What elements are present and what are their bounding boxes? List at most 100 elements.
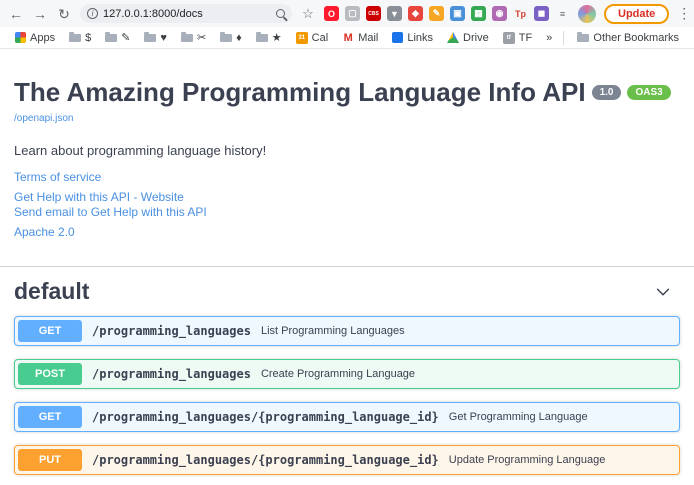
- endpoint-summary: Update Programming Language: [449, 454, 606, 466]
- swagger-page: The Amazing Programming Language Info AP…: [0, 49, 694, 485]
- chevron-down-icon[interactable]: [654, 283, 672, 301]
- bookmark-label: ♥: [160, 32, 167, 44]
- endpoint-path: /programming_languages/{programming_lang…: [92, 453, 439, 467]
- api-title-text: The Amazing Programming Language Info AP…: [14, 77, 586, 107]
- tf-icon: tf: [503, 32, 515, 44]
- bookmark-folder-1[interactable]: ✎: [98, 31, 137, 44]
- other-bookmarks-group: Other Bookmarks: [563, 31, 686, 45]
- api-description: Learn about programming language history…: [14, 143, 680, 158]
- bookmark-mail[interactable]: M Mail: [335, 32, 385, 44]
- folder-icon: [181, 34, 193, 42]
- help-email-link[interactable]: Send email to Get Help with this API: [14, 205, 680, 220]
- bookmark-cal[interactable]: 31 Cal: [289, 32, 336, 44]
- bookmark-overflow[interactable]: »: [539, 32, 559, 44]
- links-icon: [392, 32, 403, 43]
- gmail-icon: M: [342, 32, 354, 44]
- endpoint-row[interactable]: POST /programming_languages Create Progr…: [14, 359, 680, 389]
- help-website-link[interactable]: Get Help with this API - Website: [14, 190, 680, 205]
- terms-of-service-link[interactable]: Terms of service: [14, 170, 680, 185]
- url-text: 127.0.0.1:8000/docs: [103, 8, 271, 20]
- bookmarks-separator: [563, 31, 564, 45]
- version-badge: 1.0: [592, 85, 622, 100]
- notes-icon[interactable]: ▢: [345, 6, 360, 21]
- folder-icon: [577, 34, 589, 42]
- bookmark-label: Drive: [463, 32, 489, 44]
- shield-icon[interactable]: ▼: [387, 6, 402, 21]
- bookmark-links[interactable]: Links: [385, 32, 440, 44]
- drive-icon: [447, 32, 459, 43]
- extensions-row: O ▢ CBS ▼ ◆ ✎ ▣ ▦ ◉ Tp ◼ ≡: [324, 6, 570, 21]
- grid-icon[interactable]: ▦: [471, 6, 486, 21]
- page-title: The Amazing Programming Language Info AP…: [14, 77, 680, 108]
- bookmark-folder-2[interactable]: ♥: [137, 32, 174, 44]
- bookmark-label: Mail: [358, 32, 378, 44]
- forward-button[interactable]: →: [32, 7, 48, 21]
- folder-icon: [69, 34, 81, 42]
- bookmark-label: ✎: [121, 31, 130, 44]
- oas3-badge: OAS3: [627, 85, 670, 100]
- bookmark-drive[interactable]: Drive: [440, 32, 496, 44]
- endpoint-path: /programming_languages/{programming_lang…: [92, 410, 439, 424]
- endpoint-summary: List Programming Languages: [261, 325, 405, 337]
- api-links: Terms of service Get Help with this API …: [14, 170, 680, 240]
- method-badge: GET: [18, 406, 82, 428]
- opera-icon[interactable]: O: [324, 6, 339, 21]
- openapi-json-link[interactable]: /openapi.json: [14, 113, 74, 124]
- diamond-icon[interactable]: ◆: [408, 6, 423, 21]
- folder-icon: [105, 34, 117, 42]
- tampermonkey-icon[interactable]: Tp: [513, 6, 528, 21]
- section-title: default: [14, 278, 89, 305]
- bookmark-label: Cal: [312, 32, 329, 44]
- search-icon[interactable]: [276, 9, 285, 18]
- update-button[interactable]: Update: [604, 4, 669, 24]
- cbs-icon[interactable]: CBS: [366, 6, 381, 21]
- bookmark-star-icon[interactable]: ☆: [300, 7, 316, 20]
- endpoint-list: GET /programming_languages List Programm…: [14, 316, 680, 485]
- apps-icon: [15, 32, 26, 43]
- flower-icon[interactable]: ◉: [492, 6, 507, 21]
- endpoint-row[interactable]: GET /programming_languages List Programm…: [14, 316, 680, 346]
- bookmark-label: $: [85, 32, 91, 44]
- bookmark-folder-4[interactable]: ♦: [213, 32, 249, 44]
- bookmark-folder-dollar[interactable]: $: [62, 32, 98, 44]
- reload-button[interactable]: ↻: [56, 7, 72, 21]
- profile-avatar[interactable]: [578, 5, 596, 23]
- bookmark-label: »: [546, 32, 552, 44]
- site-info-icon[interactable]: i: [87, 8, 98, 19]
- bookmark-label: ★: [272, 31, 282, 44]
- bookmark-label: ♦: [236, 32, 242, 44]
- folder-icon: [220, 34, 232, 42]
- browser-menu-icon[interactable]: ⋮: [677, 5, 691, 22]
- other-bookmarks-label: Other Bookmarks: [593, 32, 679, 44]
- pen-icon[interactable]: ✎: [429, 6, 444, 21]
- endpoint-summary: Create Programming Language: [261, 368, 415, 380]
- bookmark-label: TF: [519, 32, 532, 44]
- bookmark-apps[interactable]: Apps: [8, 32, 62, 44]
- endpoint-row[interactable]: GET /programming_languages/{programming_…: [14, 402, 680, 432]
- section-header-default[interactable]: default: [14, 267, 680, 316]
- bookmarks-bar: Apps $ ✎ ♥ ✂ ♦ ★ 31 Cal M Mail Links Drive tf TF » Othe…: [0, 27, 694, 49]
- license-link[interactable]: Apache 2.0: [14, 225, 680, 240]
- back-button[interactable]: ←: [8, 7, 24, 21]
- address-bar[interactable]: i 127.0.0.1:8000/docs: [80, 4, 292, 23]
- bookmarks-items: Apps $ ✎ ♥ ✂ ♦ ★ 31 Cal M Mail Links Drive tf TF »: [8, 31, 563, 44]
- method-badge: PUT: [18, 449, 82, 471]
- bookmark-label: Apps: [30, 32, 55, 44]
- bookmark-label: Links: [407, 32, 433, 44]
- bookmark-folder-5[interactable]: ★: [249, 31, 289, 44]
- other-bookmarks[interactable]: Other Bookmarks: [570, 32, 686, 44]
- endpoint-summary: Get Programming Language: [449, 411, 588, 423]
- camera-icon[interactable]: ▣: [450, 6, 465, 21]
- bookmark-tf[interactable]: tf TF: [496, 32, 539, 44]
- list-icon[interactable]: ≡: [555, 6, 570, 21]
- bookmark-label: ✂: [197, 31, 206, 44]
- bookmark-folder-3[interactable]: ✂: [174, 31, 213, 44]
- endpoint-row[interactable]: PUT /programming_languages/{programming_…: [14, 445, 680, 475]
- browser-toolbar: ← → ↻ i 127.0.0.1:8000/docs ☆ O ▢ CBS ▼ ◆ ✎ ▣ ▦…: [0, 0, 694, 27]
- cal-icon: 31: [296, 32, 308, 44]
- puzzle-icon[interactable]: ◼: [534, 6, 549, 21]
- folder-icon: [256, 34, 268, 42]
- browser-chrome: ← → ↻ i 127.0.0.1:8000/docs ☆ O ▢ CBS ▼ ◆ ✎ ▣ ▦…: [0, 0, 694, 49]
- method-badge: GET: [18, 320, 82, 342]
- endpoint-path: /programming_languages: [92, 324, 251, 338]
